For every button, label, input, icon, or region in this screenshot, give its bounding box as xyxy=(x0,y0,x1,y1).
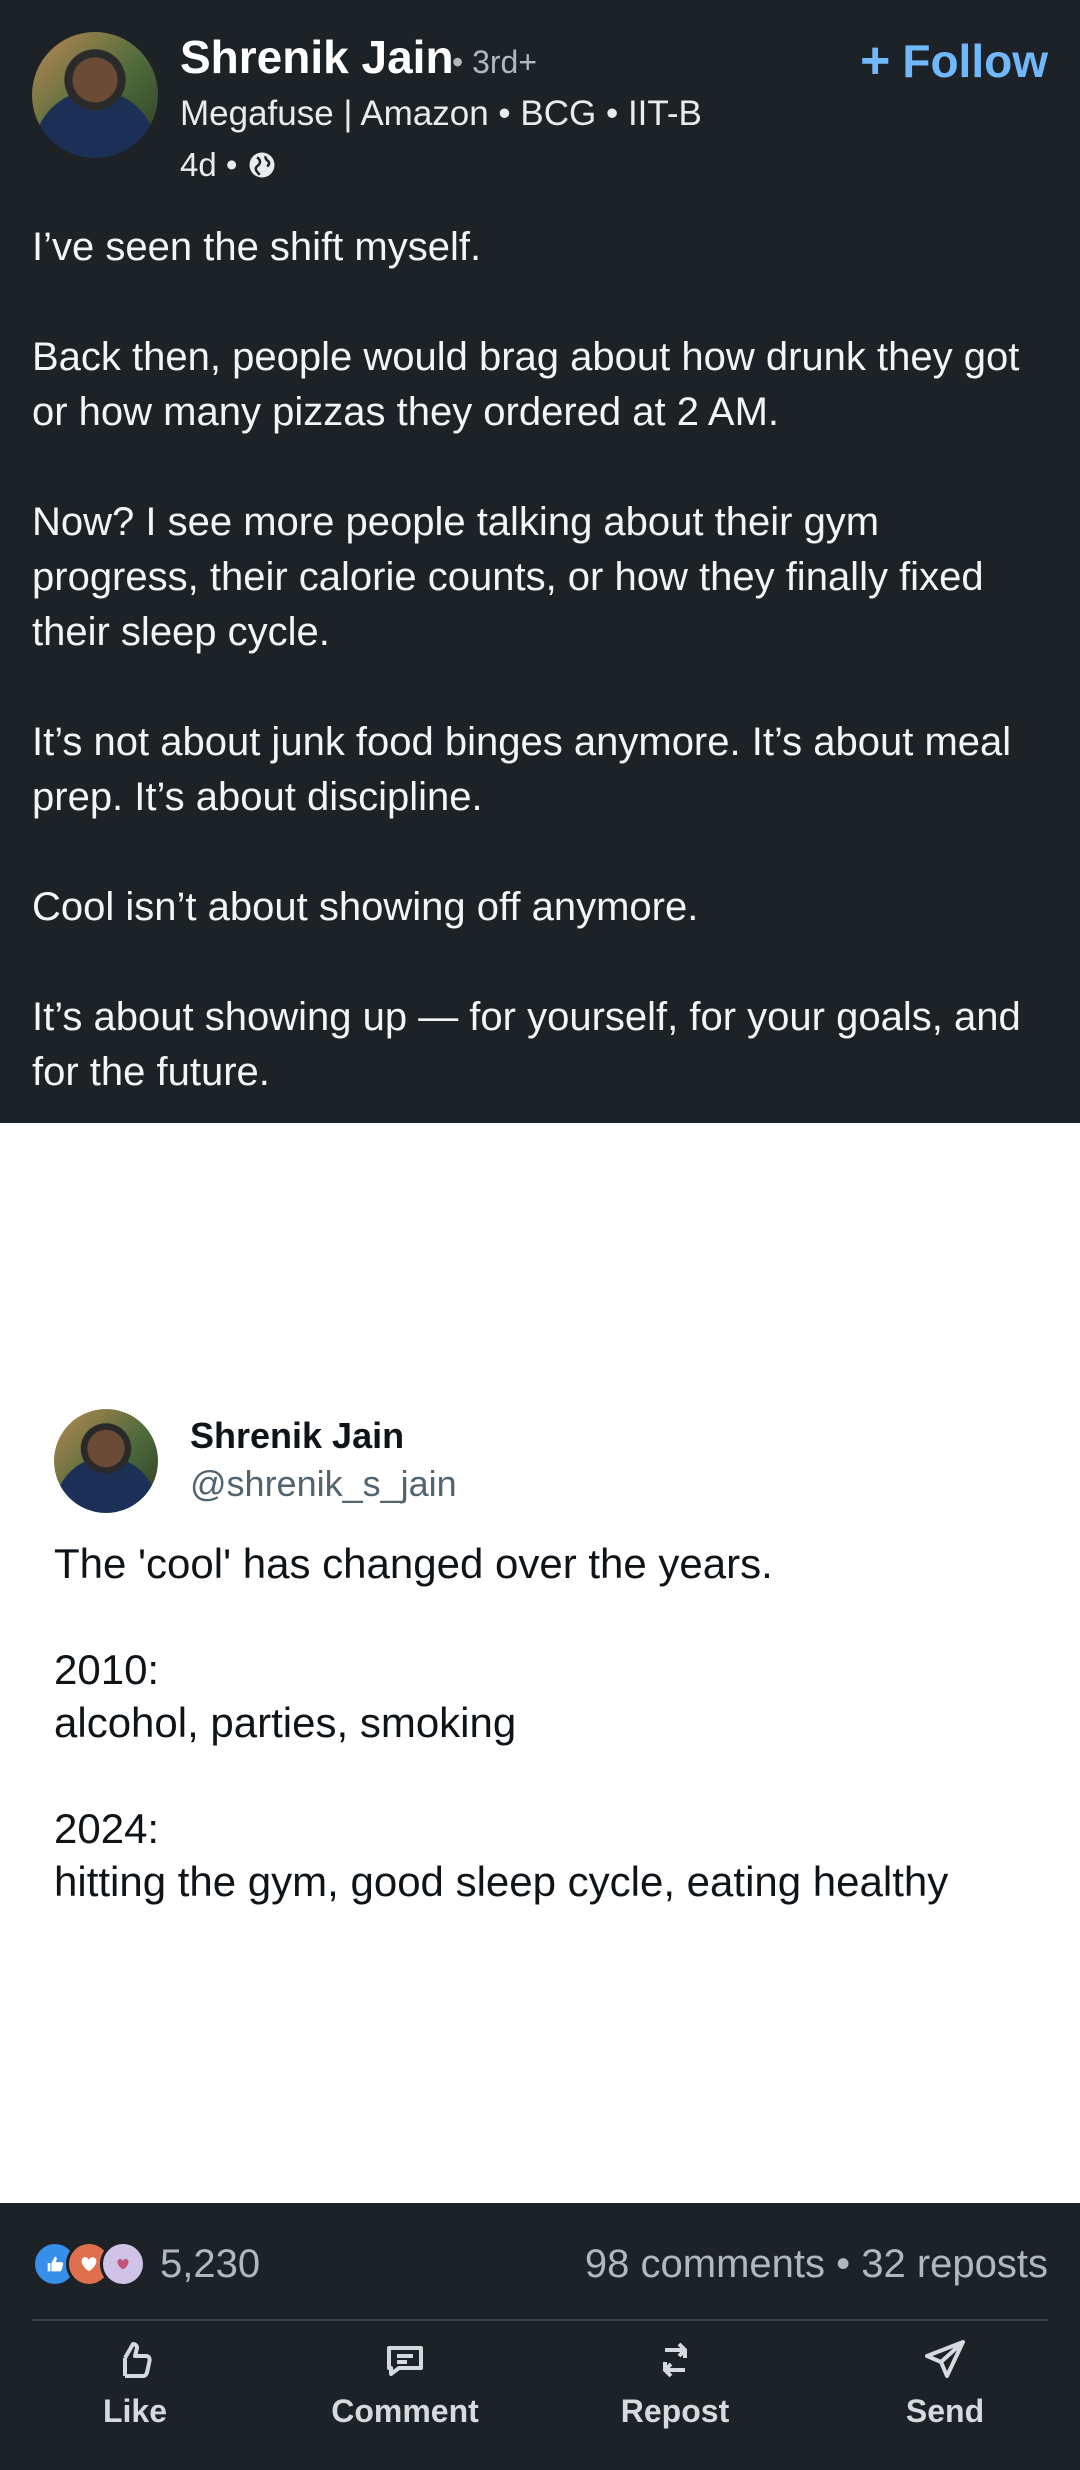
post-paragraph: Now? I see more people talking about the… xyxy=(32,500,984,654)
tweet-line: The 'cool' has changed over the years. xyxy=(54,1540,773,1587)
post-paragraph: Cool isn’t about showing off anymore. xyxy=(32,885,699,929)
reactions-summary[interactable]: 5,230 xyxy=(32,2236,260,2292)
follow-button[interactable]: + Follow xyxy=(860,34,1048,88)
repost-arrows-icon xyxy=(651,2336,699,2389)
tweet-items: hitting the gym, good sleep cycle, eatin… xyxy=(54,1858,949,1905)
support-reaction-icon xyxy=(100,2241,146,2287)
post-paragraph: It’s about showing up — for yourself, fo… xyxy=(32,995,1021,1094)
thumbs-up-icon xyxy=(111,2336,159,2389)
post-paragraph: I’ve seen the shift myself. xyxy=(32,225,482,269)
author-avatar[interactable] xyxy=(32,32,158,158)
post-header: Shrenik Jain • 3rd+ Megafuse | Amazon • … xyxy=(0,0,1080,210)
divider xyxy=(32,2319,1048,2321)
post-timestamp: 4d • xyxy=(180,146,277,184)
post-time-text: 4d • xyxy=(180,146,238,183)
tweet-items: alcohol, parties, smoking xyxy=(54,1699,517,1746)
plus-icon: + xyxy=(859,32,891,90)
tweet-year: 2010: xyxy=(54,1646,160,1693)
like-button[interactable]: Like xyxy=(0,2330,270,2470)
repost-button[interactable]: Repost xyxy=(540,2330,810,2470)
send-button[interactable]: Send xyxy=(810,2330,1080,2470)
post-paragraph: Back then, people would brag about how d… xyxy=(32,335,1020,434)
action-bar: Like Comment Repost Send xyxy=(0,2330,1080,2470)
comment-button[interactable]: Comment xyxy=(270,2330,540,2470)
comments-reposts-count[interactable]: 98 comments • 32 reposts xyxy=(585,2236,1048,2292)
tweet-handle: @shrenik_s_jain xyxy=(190,1463,457,1504)
post-paragraph: It’s not about junk food binges anymore.… xyxy=(32,720,1012,819)
author-headline: Megafuse | Amazon • BCG • IIT-B xyxy=(180,94,702,133)
author-name[interactable]: Shrenik Jain xyxy=(180,30,454,84)
follow-label: Follow xyxy=(902,35,1048,87)
repost-label: Repost xyxy=(620,2393,730,2429)
comment-label: Comment xyxy=(331,2393,479,2429)
globe-icon xyxy=(247,150,277,180)
tweet-avatar xyxy=(54,1409,158,1513)
send-label: Send xyxy=(905,2393,985,2429)
speech-bubble-icon xyxy=(381,2336,429,2389)
tweet-author-name: Shrenik Jain xyxy=(190,1415,405,1456)
like-label: Like xyxy=(102,2393,168,2429)
reaction-count: 5,230 xyxy=(160,2241,261,2286)
social-counts: 5,230 98 comments • 32 reposts xyxy=(32,2236,1048,2292)
paper-plane-icon xyxy=(921,2336,969,2389)
connection-degree: • 3rd+ xyxy=(452,44,538,80)
tweet-text: The 'cool' has changed over the years. 2… xyxy=(54,1537,1044,1908)
tweet-year: 2024: xyxy=(54,1805,160,1852)
tweet-image-card[interactable]: Shrenik Jain @shrenik_s_jain The 'cool' … xyxy=(0,1123,1080,2203)
post-body: I’ve seen the shift myself. Back then, p… xyxy=(32,220,1042,1100)
